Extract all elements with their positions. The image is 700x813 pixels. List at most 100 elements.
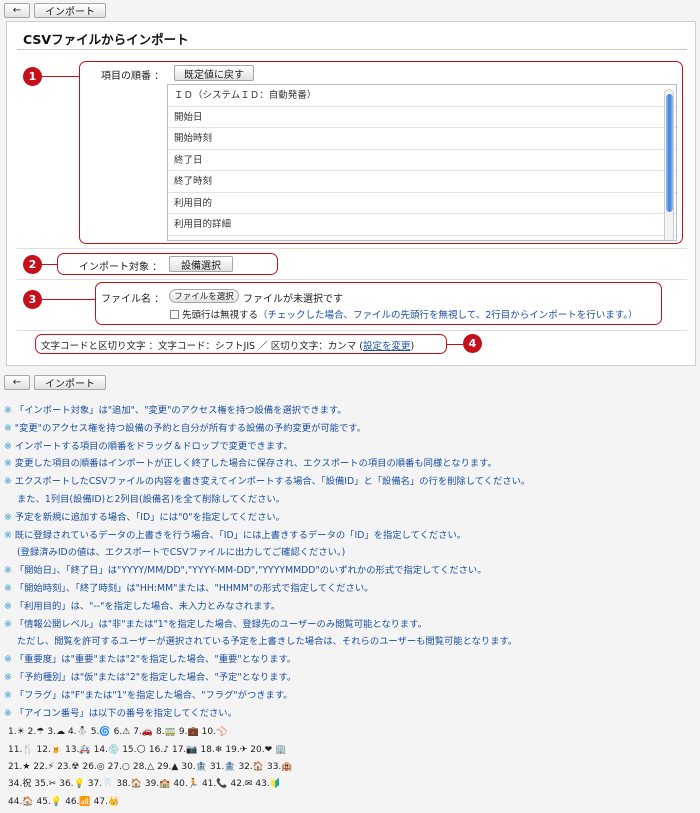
import-button-bottom[interactable]: インポート: [34, 375, 106, 390]
list-item[interactable]: 終了日: [168, 150, 676, 171]
help-notes: ※ 「インポート対象」は"追加"、"変更"のアクセス権を持つ設備を選択できます。 …: [4, 402, 694, 811]
icon-glyph-icon: ◎: [96, 761, 105, 772]
icon-glyph-icon: 💿: [107, 744, 120, 755]
note-marker: ※: [4, 440, 12, 452]
icon-glyph-icon: 📞: [216, 779, 228, 790]
note-line-continued: ただし、閲覧を許可するユーザーが選択されている予定を上書きした場合は、それらのユ…: [17, 636, 518, 648]
file-name-label: ファイル名 ：: [101, 294, 165, 305]
icon-number: 45.: [36, 796, 51, 807]
icon-glyph-icon: 🏃: [187, 779, 199, 790]
import-target-label: インポート対象 ：: [79, 262, 163, 273]
list-item[interactable]: 開始日: [168, 107, 676, 128]
icon-glyph-icon: 🏠: [22, 796, 34, 807]
change-settings-link[interactable]: 設定を変更: [363, 341, 411, 352]
top-toolbar: ← インポート: [4, 3, 106, 19]
icon-glyph-icon: 🚃: [164, 727, 176, 738]
callout-badge-3: 3: [23, 290, 42, 309]
list-scrollbar[interactable]: [664, 89, 674, 240]
note-text: 「開始日」、「終了日」は"YYYY/MM/DD","YYYY-MM-DD","Y…: [14, 565, 487, 577]
icon-glyph-icon: ○: [121, 761, 130, 772]
icon-number: 7.: [133, 727, 142, 738]
note-text: 「フラグ」は"F"または"1"を指定した場合、"フラグ"がつきます。: [14, 689, 293, 701]
import-button[interactable]: インポート: [34, 3, 106, 18]
icon-glyph-icon: 🏠: [130, 779, 142, 790]
callout-connector-3: [41, 299, 96, 300]
list-item[interactable]: ＩＤ（システムＩＤ：自動発番）: [168, 85, 676, 107]
note-line: ※ 「フラグ」は"F"または"1"を指定した場合、"フラグ"がつきます。: [4, 687, 694, 705]
icon-number: 28.: [132, 761, 148, 772]
note-marker: ※: [4, 618, 12, 630]
icon-glyph-icon: 🏦: [224, 761, 236, 772]
icon-number: 27.: [107, 761, 122, 772]
icon-number: 21.: [8, 761, 23, 772]
icon-glyph-icon: ✉: [244, 779, 253, 790]
choose-file-button[interactable]: ファイルを選択: [169, 289, 239, 303]
note-text: 「重要度」は"重要"または"2"を指定した場合、"重要"となります。: [14, 654, 297, 666]
back-button-bottom[interactable]: ←: [4, 375, 30, 390]
callout-connector-4: [447, 344, 463, 345]
icon-number: 41.: [201, 779, 217, 790]
icon-glyph-icon: ❄: [214, 744, 223, 755]
note-text: 予定を新規に追加する場合、「ID」には"0"を指定してください。: [14, 511, 285, 523]
icon-number: 35.: [34, 779, 49, 790]
note-marker: ※: [4, 600, 12, 612]
icon-glyph-icon: 💡: [73, 779, 85, 790]
list-item[interactable]: 内容: [168, 236, 676, 241]
note-line: ※ 「情報公開レベル」は"非"または"1"を指定した場合、登録先のユーザーのみ閲覧…: [4, 616, 694, 634]
file-status-text: ファイルが未選択です: [243, 294, 343, 305]
divider: [17, 330, 687, 331]
icon-glyph-icon: ☂: [36, 727, 45, 738]
divider: [17, 248, 687, 249]
note-marker: ※: [4, 476, 12, 488]
note-line-continued: (登録済みIDの値は、エクスポートでCSVファイルに出力してご確認ください。): [17, 547, 346, 559]
icon-number: 32.: [238, 761, 253, 772]
icon-glyph-icon: 📷: [186, 744, 198, 755]
icon-glyph-icon: ❤: [264, 744, 273, 755]
icon-number: 43.: [255, 779, 270, 790]
icon-glyph-icon: 🏫: [159, 779, 171, 790]
note-marker: ※: [4, 707, 12, 719]
note-text: 「情報公開レベル」は"非"または"1"を指定した場合、登録先のユーザーのみ閲覧可…: [14, 618, 427, 630]
note-text: 「インポート対象」は"追加"、"変更"のアクセス権を持つ設備を選択できます。: [14, 405, 347, 416]
icon-glyph-icon: 🏨: [281, 761, 293, 772]
icon-number: 4.: [67, 727, 77, 738]
icon-number: 20.: [250, 744, 265, 755]
reset-default-button[interactable]: 既定値に戻す: [174, 65, 254, 81]
note-marker: ※: [4, 511, 12, 523]
icon-glyph-icon: 🚑: [79, 744, 91, 755]
callout-badge-2: 2: [23, 255, 42, 274]
list-item[interactable]: 開始時刻: [168, 128, 676, 150]
note-text: 「開始時刻」、「終了時刻」は"HH:MM"または、"HHMM"の形式で指定してく…: [14, 582, 374, 594]
item-order-list[interactable]: ＩＤ（システムＩＤ：自動発番） 開始日 開始時刻 終了日 終了時刻 利用目的 利…: [167, 84, 677, 241]
skip-header-row: 先頭行は無視する（チェックした場合、ファイルの先頭行を無視して、2行目からインポ…: [170, 307, 638, 321]
back-button[interactable]: ←: [4, 3, 30, 18]
icon-number: 31.: [209, 761, 225, 772]
icon-number: 37.: [87, 779, 103, 790]
icon-glyph-icon: 🦷: [102, 779, 114, 790]
note-line: ※ インポートする項目の順番をドラッグ＆ドロップで変更できます。: [4, 438, 694, 456]
icon-number: 16.: [148, 744, 164, 755]
note-line: ※ 変更した項目の順番はインポートが正しく終了した場合に保存され、エクスポートの項…: [4, 455, 694, 473]
equipment-select-button[interactable]: 設備選択: [169, 256, 233, 272]
note-line: ※ 「アイコン番号」は以下の番号を指定してください。: [4, 705, 694, 723]
encoding-value: 文字コード：シフトJIS ／ 区切り文字：カンマ (: [158, 341, 363, 352]
list-item[interactable]: 利用目的詳細: [168, 214, 676, 236]
icon-glyph-icon: 祝: [22, 779, 32, 790]
note-line: ※ "変更"のアクセス権を持つ設備の予約と自分が所有する設備の予約変更が可能です。: [4, 420, 694, 438]
list-item[interactable]: 終了時刻: [168, 171, 676, 193]
icon-row: 11.🍴 12.🍺 13.🚑 14.💿 15.🌕 16.♪ 17.📷 18.❄ 19.✈ 20.❤…: [8, 742, 694, 759]
note-marker: ※: [4, 529, 12, 541]
icon-glyph-icon: △: [147, 761, 155, 772]
icon-glyph-icon: 🍺: [50, 744, 63, 755]
note-marker: ※: [4, 422, 12, 434]
back-arrow-icon: ←: [12, 5, 22, 16]
note-marker: ※: [4, 671, 12, 683]
icon-number: 15.: [122, 744, 137, 755]
icon-number: 29.: [157, 761, 172, 772]
skip-header-checkbox[interactable]: [170, 310, 179, 319]
skip-header-label[interactable]: 先頭行は無視する: [182, 310, 258, 321]
list-item[interactable]: 利用目的: [168, 193, 676, 214]
item-order-label: 項目の順番 ：: [101, 71, 165, 82]
icon-number: 42.: [230, 779, 245, 790]
scrollbar-thumb[interactable]: [666, 94, 673, 212]
